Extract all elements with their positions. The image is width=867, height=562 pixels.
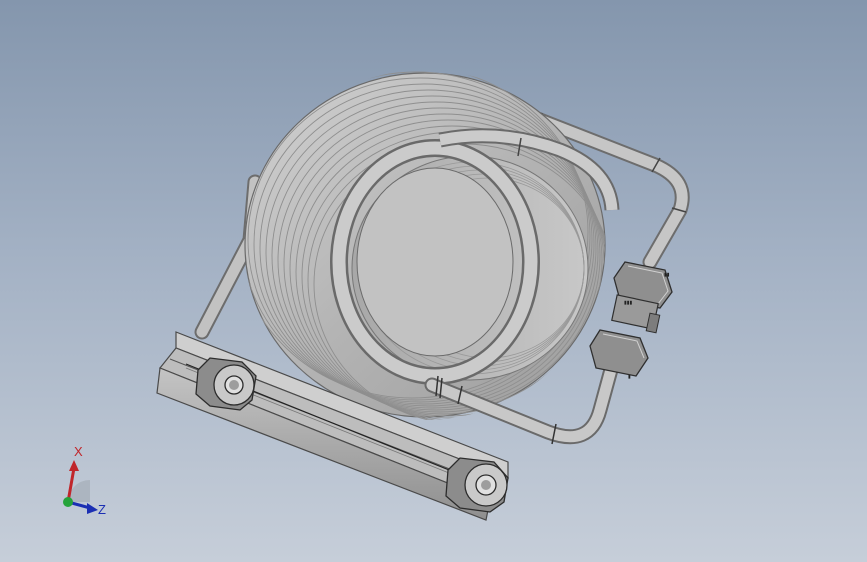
svg-text:▮▮: ▮▮ [664,272,670,278]
compression-fittings[interactable]: ▮▮ ▮▮▮ ▮ [589,261,673,380]
graphics-viewport[interactable]: ▮▮ ▮▮▮ ▮ X Z [0,0,867,562]
svg-text:▮: ▮ [628,374,631,380]
triad-x-label: X [74,444,83,459]
triad-axes-icon [63,460,98,514]
coil-heat-exchanger-model[interactable]: ▮▮ ▮▮▮ ▮ [0,0,867,562]
reference-triad: X Z [52,444,116,524]
svg-text:▮▮▮: ▮▮▮ [624,300,633,306]
triad-z-label: Z [98,502,106,517]
coil-inner-bore [351,155,589,381]
